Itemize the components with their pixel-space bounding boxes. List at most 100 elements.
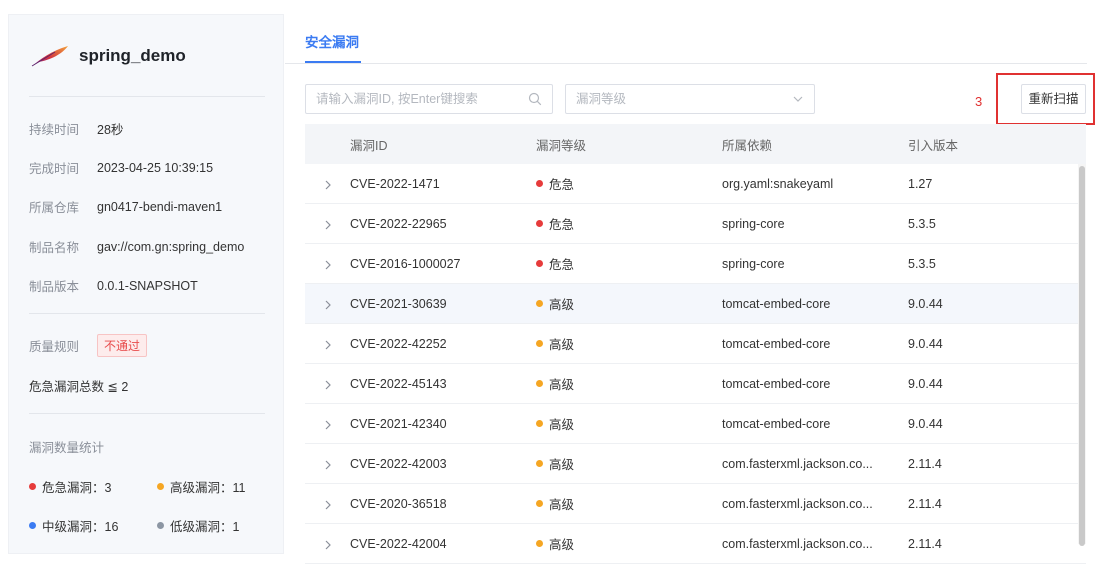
table-row[interactable]: CVE-2022-42252 高级 tomcat-embed-core 9.0.44	[305, 324, 1086, 364]
cell-vuln-id: CVE-2022-1471	[350, 176, 440, 191]
severity-dot-icon	[536, 220, 543, 227]
cell-version: 5.3.5	[908, 256, 936, 271]
cell-dependency: tomcat-embed-core	[722, 416, 831, 431]
scan-summary-panel: spring_demo 持续时间 28秒 完成时间 2023-04-25 10:…	[8, 14, 284, 554]
cell-vuln-id: CVE-2022-42004	[350, 536, 447, 551]
severity-dot-icon	[536, 540, 543, 547]
cell-level-text: 危急	[549, 258, 575, 272]
search-icon[interactable]	[528, 92, 542, 106]
table-row[interactable]: CVE-2022-1471 危急 org.yaml:snakeyaml 1.27	[305, 164, 1086, 204]
cell-dependency: org.yaml:snakeyaml	[722, 176, 834, 191]
row-expand-button[interactable]	[305, 537, 350, 550]
critical-dot-icon	[29, 483, 36, 490]
cell-level-text: 高级	[549, 338, 575, 352]
stat-medium-text: 中级漏洞：16	[42, 520, 119, 534]
cell-dependency: spring-core	[722, 216, 785, 231]
table-row[interactable]: CVE-2022-45143 高级 tomcat-embed-core 9.0.44	[305, 364, 1086, 404]
row-expand-button[interactable]	[305, 377, 350, 390]
chevron-right-icon[interactable]	[324, 500, 332, 510]
cell-dependency: tomcat-embed-core	[722, 376, 831, 391]
chevron-right-icon[interactable]	[324, 380, 332, 390]
cell-level-text: 高级	[549, 378, 575, 392]
cell-dependency: com.fasterxml.jackson.co...	[722, 456, 873, 471]
cell-version: 9.0.44	[908, 416, 943, 431]
row-expand-button[interactable]	[305, 497, 350, 510]
cell-vuln-id: CVE-2022-45143	[350, 376, 447, 391]
table-row[interactable]: CVE-2020-36518 高级 com.fasterxml.jackson.co…	[305, 484, 1086, 524]
cell-level: 高级	[536, 414, 722, 433]
search-field[interactable]	[305, 84, 553, 114]
medium-dot-icon	[29, 522, 36, 529]
cell-vuln-id: CVE-2021-30639	[350, 296, 447, 311]
chevron-right-icon[interactable]	[324, 300, 332, 310]
table-row[interactable]: CVE-2022-42003 高级 com.fasterxml.jackson.co…	[305, 444, 1086, 484]
info-value: 28秒	[97, 123, 124, 137]
cell-level-text: 高级	[549, 538, 575, 552]
rescan-button[interactable]: 重新扫描	[1021, 84, 1086, 114]
cell-version: 9.0.44	[908, 336, 943, 351]
divider	[29, 96, 265, 97]
row-expand-button[interactable]	[305, 457, 350, 470]
project-name: spring_demo	[79, 46, 186, 65]
cell-level-text: 高级	[549, 418, 575, 432]
info-label: 制品名称	[29, 241, 80, 255]
table-row[interactable]: CVE-2021-42340 高级 tomcat-embed-core 9.0.44	[305, 404, 1086, 444]
severity-dot-icon	[536, 260, 543, 267]
info-value: gav://com.gn:spring_demo	[97, 239, 245, 254]
info-label: 所属仓库	[29, 201, 80, 215]
divider	[29, 413, 265, 414]
info-row-duration: 持续时间 28秒	[29, 119, 123, 138]
cell-vuln-id: CVE-2020-36518	[350, 496, 447, 511]
column-header-id: 漏洞ID	[350, 138, 388, 153]
cell-level: 高级	[536, 294, 722, 313]
scrollbar-thumb[interactable]	[1079, 166, 1085, 546]
cell-dependency: tomcat-embed-core	[722, 336, 831, 351]
cell-version: 9.0.44	[908, 296, 943, 311]
tab-security-vulnerabilities[interactable]: 安全漏洞	[305, 31, 359, 51]
cell-level-text: 高级	[549, 498, 575, 512]
table-header: 漏洞ID 漏洞等级 所属依赖 引入版本	[305, 124, 1086, 164]
row-expand-button[interactable]	[305, 297, 350, 310]
cell-vuln-id: CVE-2021-42340	[350, 416, 447, 431]
chevron-right-icon[interactable]	[324, 220, 332, 230]
cell-level-text: 危急	[549, 178, 575, 192]
annotation-number: 3	[975, 94, 983, 109]
cell-level-text: 高级	[549, 458, 575, 472]
search-input[interactable]	[306, 85, 516, 113]
cell-level: 高级	[536, 374, 722, 393]
row-expand-button[interactable]	[305, 417, 350, 430]
low-dot-icon	[157, 522, 164, 529]
info-value: 0.0.1-SNAPSHOT	[97, 278, 198, 293]
cell-version: 5.3.5	[908, 216, 936, 231]
table-body: CVE-2022-1471 危急 org.yaml:snakeyaml 1.27 CVE…	[305, 164, 1086, 564]
chevron-right-icon[interactable]	[324, 540, 332, 550]
vulnerability-table: 漏洞ID 漏洞等级 所属依赖 引入版本 CVE-2022-1471 危急 org.y…	[305, 124, 1086, 564]
cell-level: 危急	[536, 214, 722, 233]
info-label: 制品版本	[29, 280, 80, 294]
level-select[interactable]: 漏洞等级	[565, 84, 815, 114]
cell-level-text: 高级	[549, 298, 575, 312]
row-expand-button[interactable]	[305, 177, 350, 190]
severity-dot-icon	[536, 420, 543, 427]
row-expand-button[interactable]	[305, 257, 350, 270]
cell-vuln-id: CVE-2022-42252	[350, 336, 447, 351]
chevron-right-icon[interactable]	[324, 420, 332, 430]
chevron-right-icon[interactable]	[324, 460, 332, 470]
severity-dot-icon	[536, 500, 543, 507]
chevron-right-icon[interactable]	[324, 180, 332, 190]
row-expand-button[interactable]	[305, 217, 350, 230]
quality-rule-row: 质量规则 不通过	[29, 334, 148, 357]
status-badge: 不通过	[97, 334, 148, 357]
row-expand-button[interactable]	[305, 337, 350, 350]
chevron-right-icon[interactable]	[324, 340, 332, 350]
table-row[interactable]: CVE-2021-30639 高级 tomcat-embed-core 9.0.44	[305, 284, 1086, 324]
table-row[interactable]: CVE-2016-1000027 危急 spring-core 5.3.5	[305, 244, 1086, 284]
table-row[interactable]: CVE-2022-22965 危急 spring-core 5.3.5	[305, 204, 1086, 244]
chevron-down-icon	[793, 96, 803, 102]
chevron-right-icon[interactable]	[324, 260, 332, 270]
stat-high-text: 高级漏洞：11	[170, 481, 246, 495]
severity-dot-icon	[536, 340, 543, 347]
info-row-finish-time: 完成时间 2023-04-25 10:39:15	[29, 158, 213, 177]
tab-bar-divider	[285, 63, 1087, 64]
table-row[interactable]: CVE-2022-42004 高级 com.fasterxml.jackson.co…	[305, 524, 1086, 564]
